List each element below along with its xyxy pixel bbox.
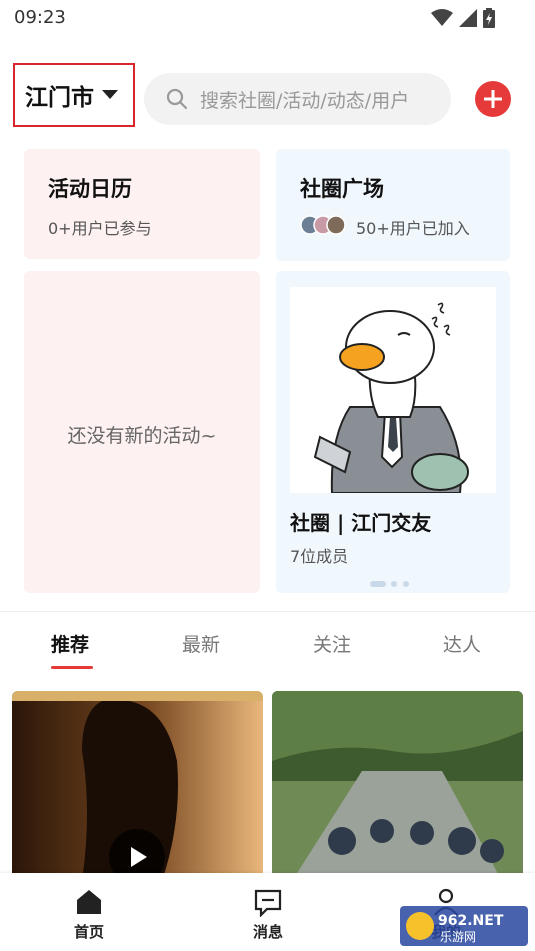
tab-follow[interactable]: 关注 <box>313 630 351 657</box>
svg-text:乐游网: 乐游网 <box>440 930 476 944</box>
status-time: 09:23 <box>14 7 66 28</box>
activity-calendar-card[interactable]: 活动日历 0+用户已参与 <box>24 149 260 259</box>
divider <box>0 611 535 612</box>
nav-messages[interactable]: 消息 <box>218 873 318 942</box>
club-sub: 7位成员 <box>290 547 349 566</box>
message-icon <box>254 889 282 918</box>
member-avatars <box>300 215 348 235</box>
home-icon <box>77 890 101 914</box>
feed-item-video[interactable] <box>12 691 263 881</box>
calendar-title: 活动日历 <box>48 177 132 201</box>
wifi-icon <box>431 9 453 26</box>
empty-activity-text: 还没有新的活动~ <box>67 425 217 447</box>
city-label: 江门市 <box>25 85 94 111</box>
add-button[interactable] <box>475 81 511 117</box>
site-watermark: 962.NET 乐游网 <box>400 906 528 946</box>
square-title: 社圈广场 <box>300 177 384 201</box>
signal-icon <box>459 9 477 27</box>
nav-messages-label: 消息 <box>252 923 283 941</box>
search-input[interactable]: 搜索社圈/活动/动态/用户 <box>144 73 451 125</box>
nav-home[interactable]: 首页 <box>39 873 139 942</box>
tab-experts[interactable]: 达人 <box>443 630 481 657</box>
search-placeholder: 搜索社圈/活动/动态/用户 <box>200 89 410 112</box>
caret-down-icon <box>102 90 118 99</box>
club-card[interactable]: 社圈 | 江门交友 7位成员 <box>276 271 510 593</box>
tab-recommend[interactable]: 推荐 <box>51 630 89 657</box>
club-square-card[interactable]: 社圈广场 50+用户已加入 <box>276 149 510 261</box>
empty-activity-card: 还没有新的活动~ <box>24 271 260 593</box>
status-icons <box>431 8 495 28</box>
city-selector[interactable]: 江门市 <box>13 63 135 127</box>
square-sub: 50+用户已加入 <box>356 219 470 238</box>
duck-illustration <box>290 287 496 494</box>
feed-item-photo[interactable] <box>272 691 523 881</box>
carousel-dots <box>370 573 414 592</box>
active-tab-indicator <box>51 666 93 669</box>
plus-icon <box>484 90 502 108</box>
tab-latest[interactable]: 最新 <box>182 630 220 657</box>
search-icon <box>166 88 188 110</box>
club-title: 社圈 | 江门交友 <box>290 511 432 535</box>
nav-home-label: 首页 <box>73 923 104 941</box>
svg-text:962.NET: 962.NET <box>438 913 504 929</box>
battery-icon <box>483 8 495 28</box>
calendar-sub: 0+用户已参与 <box>48 219 152 238</box>
